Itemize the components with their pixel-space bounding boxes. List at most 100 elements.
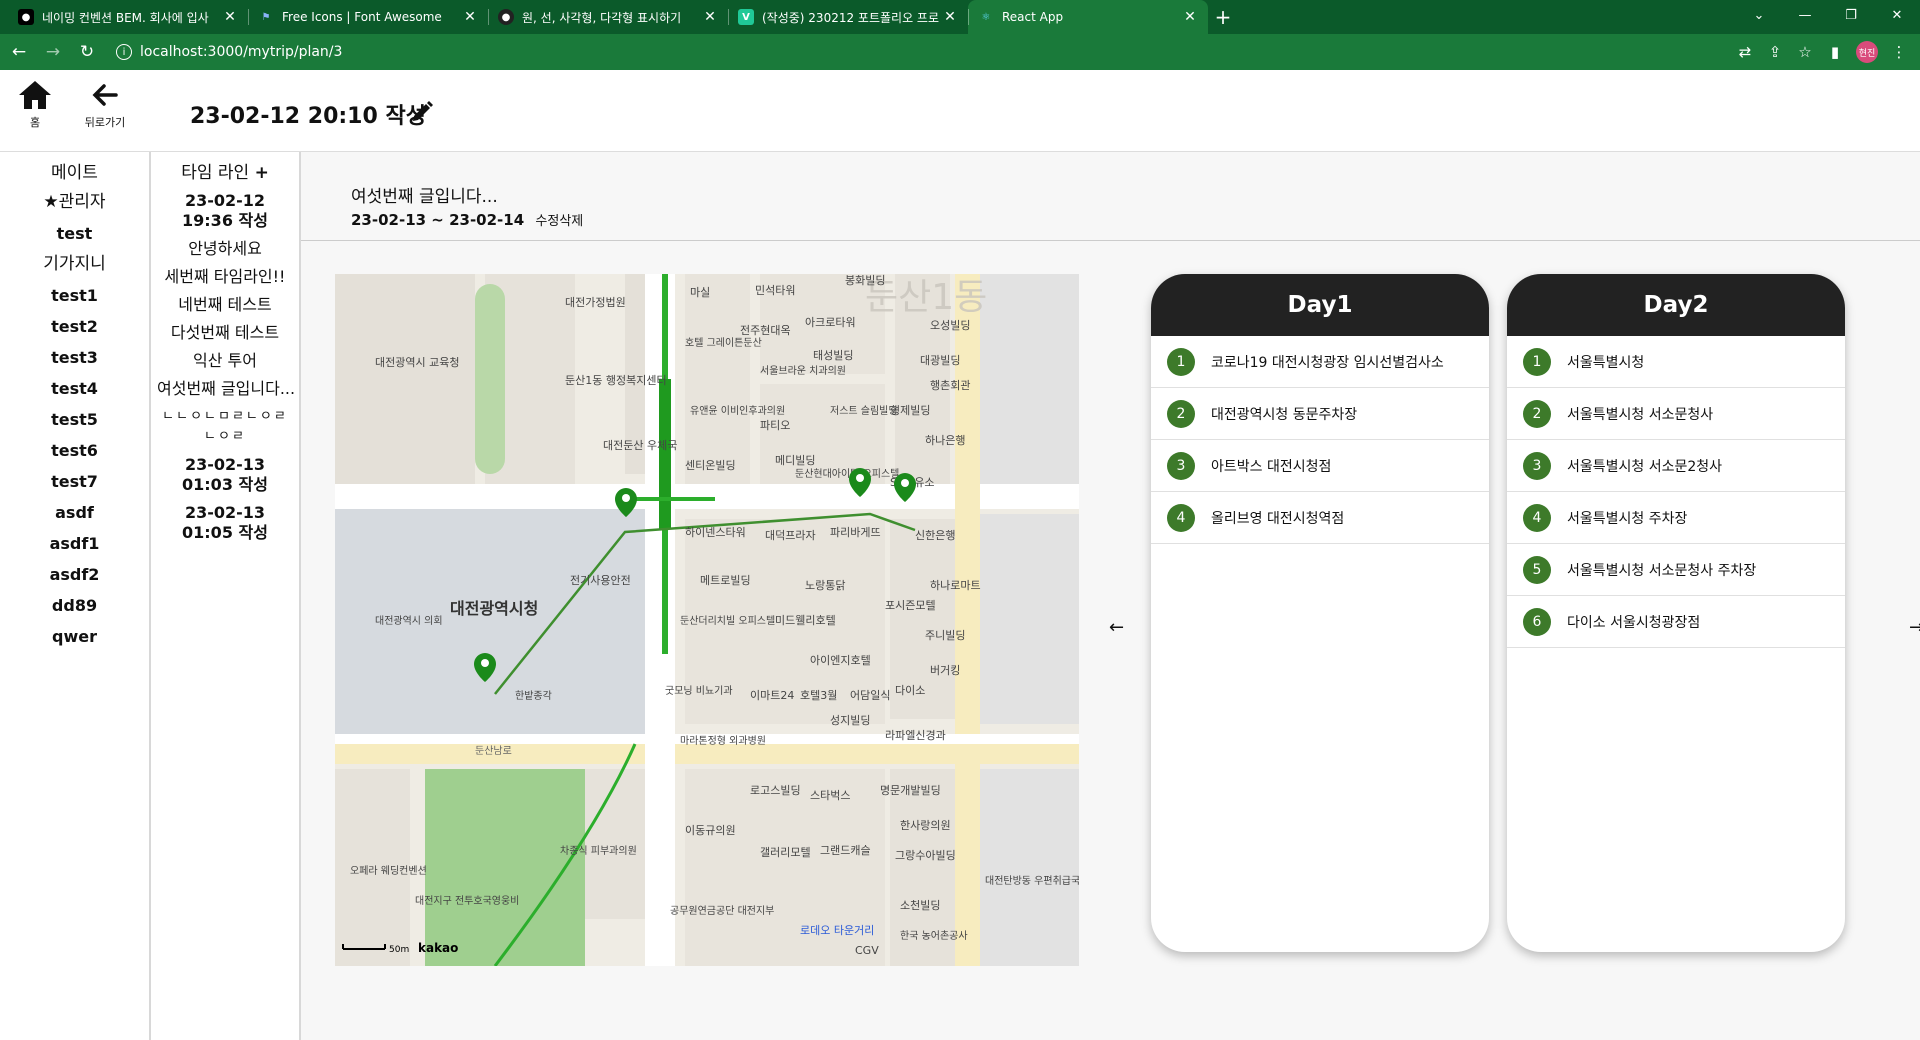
map-poi-label: 포시즌모텔 (885, 599, 936, 612)
mate-item[interactable]: test7 (0, 466, 149, 497)
browser-tab[interactable]: V (작성중) 230212 포트폴리오 프로 ✕ (728, 0, 968, 34)
place-row[interactable]: 1 서울특별시청 (1507, 336, 1845, 388)
timeline-item[interactable]: 안녕하세요 (151, 235, 299, 263)
place-row[interactable]: 6 다이소 서울시청광장점 (1507, 596, 1845, 648)
mate-item[interactable]: asdf1 (0, 528, 149, 559)
map-poi-label: 차종식 피부과의원 (560, 845, 637, 857)
day-card: Day1 1 코로나19 대전시청광장 임시선별검사소 2 대전광역시청 동문주차장… (1151, 274, 1489, 952)
mate-item[interactable]: 기가지니 (0, 249, 149, 280)
timeline-item[interactable]: 23-02-13 01:03 작성 (151, 451, 299, 499)
mate-item[interactable]: test (0, 218, 149, 249)
map-poi-label: 대광빌딩 (920, 354, 960, 367)
map-poi-label: 한사랑의원 (900, 819, 951, 832)
map-poi-label: 유앤윤 이비인후과의원 (690, 405, 785, 417)
next-day-arrow-icon[interactable]: → (1909, 617, 1920, 638)
close-window-button[interactable]: ✕ (1874, 0, 1920, 30)
map-poi-label: 굿모닝 비뇨기과 (665, 685, 733, 697)
reload-button[interactable]: ↻ (72, 37, 102, 67)
timeline-item[interactable]: 여섯번째 글입니다... (151, 375, 299, 403)
edit-plan-button[interactable]: 수정 (535, 214, 559, 229)
place-row[interactable]: 2 서울특별시청 서소문청사 (1507, 388, 1845, 440)
map-poi-label: 마실 (690, 286, 710, 299)
timeline-item[interactable]: 네번째 테스트 (151, 291, 299, 319)
plan-detail: 여섯번째 글입니다... 23-02-13 ~ 23-02-14 수정삭제 둔산… (301, 152, 1920, 1040)
browser-tab[interactable]: ● 원, 선, 사각형, 다각형 표시하기 ✕ (488, 0, 728, 34)
mate-item-admin[interactable]: ★관리자 (0, 187, 149, 218)
map-scale-label: 50m (389, 945, 409, 955)
mate-item[interactable]: test3 (0, 342, 149, 373)
place-name: 서울특별시청 서소문청사 (1567, 406, 1714, 423)
site-info-icon[interactable]: i (116, 44, 132, 60)
place-row[interactable]: 3 서울특별시청 서소문2청사 (1507, 440, 1845, 492)
order-badge: 2 (1523, 399, 1551, 428)
mate-item[interactable]: qwer (0, 621, 149, 652)
home-icon (19, 81, 51, 109)
back-button[interactable]: 뒤로가기 (75, 80, 135, 130)
sidepanel-icon[interactable]: ▮ (1820, 37, 1850, 67)
order-badge: 4 (1523, 503, 1551, 532)
mate-item[interactable]: test5 (0, 404, 149, 435)
map-poi-label: 호텔3월 (800, 689, 837, 702)
map-poi-label: 행촌회관 (930, 379, 970, 392)
home-button[interactable]: 홈 (5, 80, 65, 130)
timeline-item[interactable]: ㄴㄴㅇㄴㅁㄹㄴㅇㄹ ㄴㅇㄹ (151, 403, 299, 451)
back-nav-button[interactable]: ← (4, 37, 34, 67)
menu-kebab-icon[interactable]: ⋮ (1884, 37, 1914, 67)
place-name: 아트박스 대전시청점 (1211, 458, 1332, 475)
browser-tab[interactable]: ⚑ Free Icons | Font Awesome ✕ (248, 0, 488, 34)
place-row[interactable]: 1 코로나19 대전시청광장 임시선별검사소 (1151, 336, 1489, 388)
timeline-item[interactable]: 23-02-12 19:36 작성 (151, 187, 299, 235)
map-poi-label: 대전광역시 교육청 (375, 356, 459, 369)
add-timeline-plus-icon[interactable]: + (255, 163, 269, 183)
bookmark-star-icon[interactable]: ☆ (1790, 37, 1820, 67)
mate-item[interactable]: test4 (0, 373, 149, 404)
timeline-item[interactable]: 세번째 타임라인!! (151, 263, 299, 291)
kakao-map[interactable]: 둔산1동 대전광역시청 둔산남로 대전가정법원 대전광역시 교육청 둔산1동 행… (335, 274, 1079, 966)
tab-search-icon[interactable]: ⌄ (1736, 0, 1782, 30)
github-favicon-icon: ● (498, 9, 514, 25)
share-icon[interactable]: ⇪ (1760, 37, 1790, 67)
place-row[interactable]: 3 아트박스 대전시청점 (1151, 440, 1489, 492)
tab-close-icon[interactable]: ✕ (702, 9, 718, 25)
order-badge: 1 (1523, 347, 1551, 376)
tab-close-icon[interactable]: ✕ (222, 9, 238, 25)
place-row[interactable]: 4 올리브영 대전시청역점 (1151, 492, 1489, 544)
timeline-item[interactable]: 23-02-13 01:05 작성 (151, 499, 299, 547)
timeline-item[interactable]: 다섯번째 테스트 (151, 319, 299, 347)
map-poi-label: 명문개발빌딩 (880, 784, 941, 797)
place-row[interactable]: 5 서울특별시청 서소문청사 주차장 (1507, 544, 1845, 596)
address-bar[interactable]: i localhost:3000/mytrip/plan/3 (110, 38, 1730, 66)
tab-close-icon[interactable]: ✕ (462, 9, 478, 25)
mate-item[interactable]: asdf2 (0, 559, 149, 590)
map-poi-label: 한밭종각 (515, 690, 552, 702)
forward-nav-button[interactable]: → (38, 37, 68, 67)
map-poi-label: 저스트 슬림빌딩 (830, 405, 898, 417)
map-poi-label: 주니빌딩 (925, 629, 965, 642)
browser-tab-active[interactable]: ⚛ React App ✕ (968, 0, 1208, 34)
mate-list: 메이트 ★관리자 test 기가지니 test1 test2 test3 tes… (0, 152, 151, 1040)
place-row[interactable]: 2 대전광역시청 동문주차장 (1151, 388, 1489, 440)
translate-icon[interactable]: ⇄ (1730, 37, 1760, 67)
mate-item[interactable]: dd89 (0, 590, 149, 621)
map-city-hall-label: 대전광역시청 (450, 599, 538, 618)
timeline-item[interactable]: 익산 투어 (151, 347, 299, 375)
prev-day-arrow-icon[interactable]: ← (1109, 617, 1124, 638)
delete-plan-button[interactable]: 삭제 (559, 214, 583, 229)
browser-tab[interactable]: ● 네이밍 컨벤션 BEM. 회사에 입사 ✕ (8, 0, 248, 34)
new-tab-button[interactable]: + (1208, 0, 1238, 34)
minimize-button[interactable]: — (1782, 0, 1828, 30)
edit-pencil-icon[interactable] (410, 100, 434, 128)
maximize-button[interactable]: ❐ (1828, 0, 1874, 30)
map-poi-label: 그랜드캐슬 (820, 844, 871, 857)
plan-date-range: 23-02-13 ~ 23-02-14 수정삭제 (351, 211, 584, 229)
mate-item[interactable]: test6 (0, 435, 149, 466)
profile-avatar[interactable]: 현진 (1856, 41, 1878, 63)
tab-close-icon[interactable]: ✕ (1182, 9, 1198, 25)
mate-item[interactable]: test2 (0, 311, 149, 342)
order-badge: 1 (1167, 347, 1195, 376)
mate-item[interactable]: asdf (0, 497, 149, 528)
map-poi-label: 하이넨스타워 (685, 525, 746, 539)
place-row[interactable]: 4 서울특별시청 주차장 (1507, 492, 1845, 544)
mate-item[interactable]: test1 (0, 280, 149, 311)
tab-close-icon[interactable]: ✕ (942, 9, 958, 25)
